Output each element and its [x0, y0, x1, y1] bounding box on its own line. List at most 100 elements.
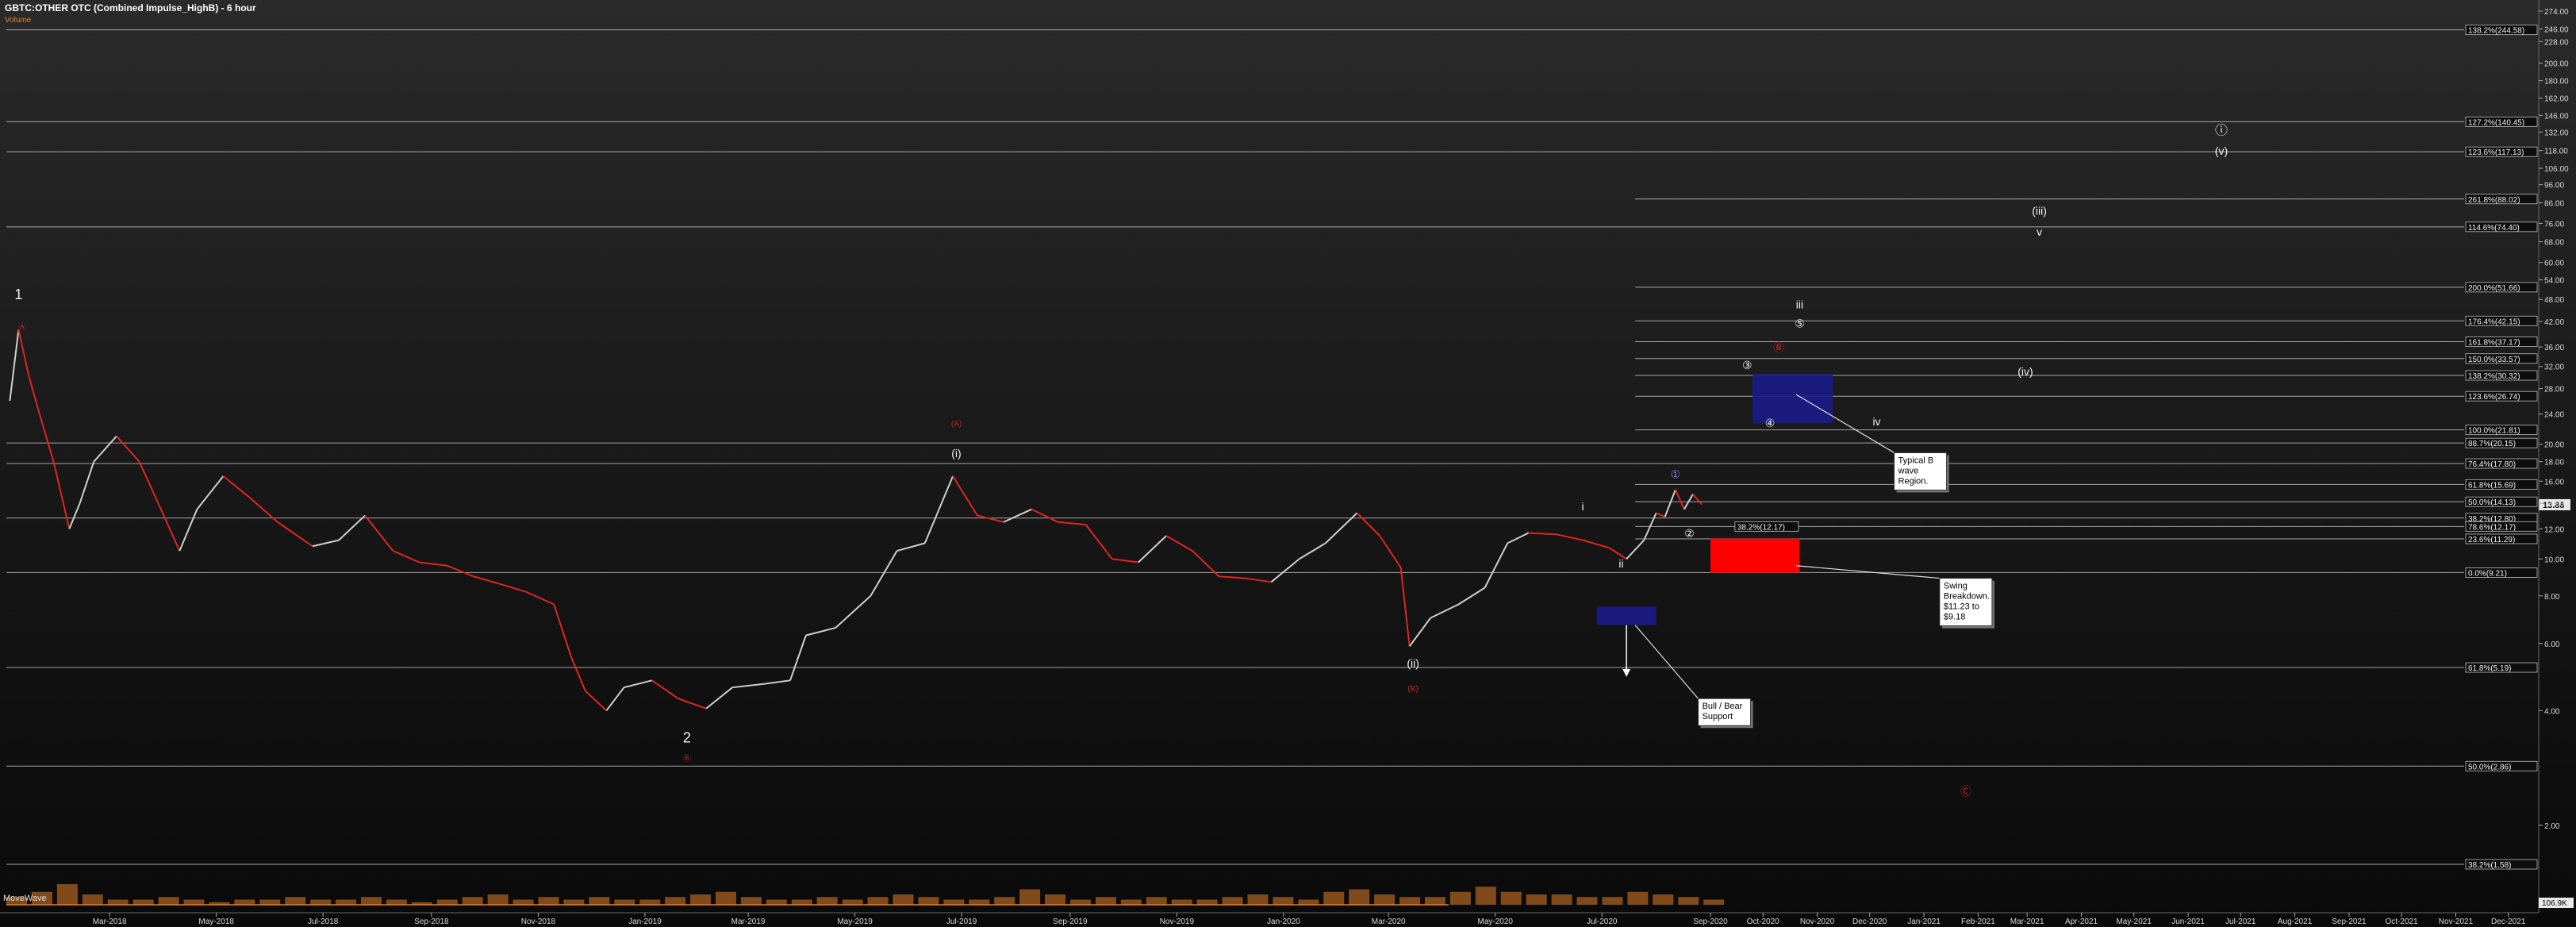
annotation-text: Typical B [1898, 456, 1934, 465]
price-segment [1399, 567, 1411, 647]
volume-bar [740, 897, 762, 905]
wave-label: ⓘ [2215, 123, 2228, 137]
y-tick-label: 96.00 [2544, 182, 2564, 190]
annotation-text: wave [1898, 466, 1919, 475]
wave-label: 2 [683, 729, 691, 745]
y-tick-label: 162.00 [2544, 95, 2569, 104]
x-tick-label: Jun-2021 [2171, 917, 2205, 926]
volume-bar [462, 897, 483, 905]
annotation-text: Swing [1944, 582, 1968, 591]
price-segment [1430, 603, 1459, 619]
fib-label: 50.0%(2.86) [2468, 763, 2511, 771]
price-segment [163, 515, 181, 552]
volume-bar [1019, 889, 1041, 905]
wave-label: ii [1618, 557, 1623, 570]
x-tick-label: Sep-2021 [2332, 917, 2367, 926]
x-tick-label: May-2019 [837, 917, 873, 926]
wave-label: Ⓐ [18, 322, 26, 332]
price-segment [222, 475, 251, 498]
price-segment [1692, 493, 1703, 506]
wave-label: ③ [1742, 359, 1753, 371]
volume-bar [360, 897, 382, 905]
x-tick-label: Sep-2018 [414, 917, 449, 926]
volume-bar [336, 899, 357, 905]
x-tick-label: Jul-2021 [2225, 917, 2256, 926]
volume-bar [82, 894, 103, 905]
price-segment [1528, 532, 1557, 536]
volume-bar [690, 894, 712, 905]
wave-label: Ⓑ [1773, 341, 1784, 354]
price-segment [1270, 558, 1300, 583]
volume-bar [1500, 891, 1522, 905]
volume-bar [310, 899, 332, 905]
fib-extra-label: 38.2%(12.17) [1737, 523, 1785, 532]
y-tick-label: 146.00 [2544, 112, 2569, 121]
y-tick-label: 8.00 [2544, 593, 2560, 602]
wave-label: (iv) [2017, 365, 2033, 378]
y-tick-label: 28.00 [2544, 386, 2564, 394]
zone-boxes [1596, 374, 1833, 625]
x-tick-label: Mar-2020 [1372, 917, 1406, 926]
price-segment [805, 626, 836, 637]
volume-bar [1526, 894, 1547, 905]
fib-label: 123.6%(26.74) [2468, 393, 2520, 402]
annotation-text: Support [1703, 712, 1733, 721]
y-tick-label: 24.00 [2544, 411, 2564, 420]
price-segment [870, 550, 898, 597]
fib-label: 78.6%(12.17) [2468, 523, 2516, 532]
price-segment [1626, 539, 1645, 560]
wave-label: v [2037, 225, 2042, 238]
price-segment [392, 550, 420, 564]
volume-bar [259, 899, 281, 905]
x-tick-label: May-2018 [198, 917, 234, 926]
price-segment [1003, 508, 1032, 523]
price-segment [79, 461, 95, 504]
price-segment [52, 461, 71, 529]
x-tick-label: Feb-2021 [1961, 917, 1995, 926]
wave-label: (A) [951, 420, 962, 429]
volume-bar [1247, 894, 1269, 905]
x-tick-label: Aug-2021 [2278, 917, 2313, 926]
y-tick-label: 42.00 [2544, 318, 2564, 327]
price-segment [1325, 512, 1358, 544]
price-segment [525, 590, 555, 606]
fib-label: 61.8%(15.69) [2468, 481, 2516, 490]
x-tick-label: Mar-2019 [731, 917, 766, 926]
wave-label: Ⓑ [683, 754, 691, 764]
volume-bar [893, 894, 914, 905]
annotation-pointer [1796, 565, 1940, 579]
chart-canvas[interactable]: 138.2%(244.58) 127.2%(140.45) 123.6%(117.1… [0, 0, 2576, 927]
fib-label: 50.0%(14.13) [2468, 498, 2516, 507]
price-segment [553, 604, 573, 659]
volume-bar [513, 899, 534, 905]
wave-label: (v) [2215, 144, 2228, 157]
volume-bar [538, 897, 559, 905]
wave-label: ④ [1765, 417, 1776, 429]
y-tick-label: 274.00 [2544, 8, 2569, 17]
price-segment [585, 690, 608, 712]
x-tick-label: Jan-2019 [628, 917, 662, 926]
y-tick-label: 68.00 [2544, 239, 2564, 248]
price-segment [651, 679, 679, 700]
price-segment [364, 514, 394, 552]
volume-bar [234, 899, 255, 905]
price-segment [196, 475, 225, 510]
volume-bar [1602, 897, 1623, 905]
x-tick-label: Dec-2020 [1852, 917, 1887, 926]
y-tick-label: 180.00 [2544, 78, 2569, 87]
volume-bar [791, 899, 812, 905]
y-tick-label: 20.00 [2544, 441, 2564, 450]
volume-bar [1653, 894, 1674, 905]
volume-bar [158, 897, 179, 905]
price-segment [624, 679, 653, 689]
wave-label: (B) [1407, 685, 1418, 694]
wave-label: (iii) [2032, 205, 2047, 217]
annotation-pointer [1634, 625, 1699, 699]
price-segment [1379, 535, 1402, 568]
x-tick-label: Nov-2021 [2439, 917, 2474, 926]
volume-bar [766, 899, 787, 905]
fib-label: 138.2%(30.32) [2468, 372, 2520, 381]
x-tick-label: May-2020 [1478, 917, 1514, 926]
x-tick-label: Dec-2021 [2491, 917, 2526, 926]
volume-bar [1298, 899, 1319, 905]
